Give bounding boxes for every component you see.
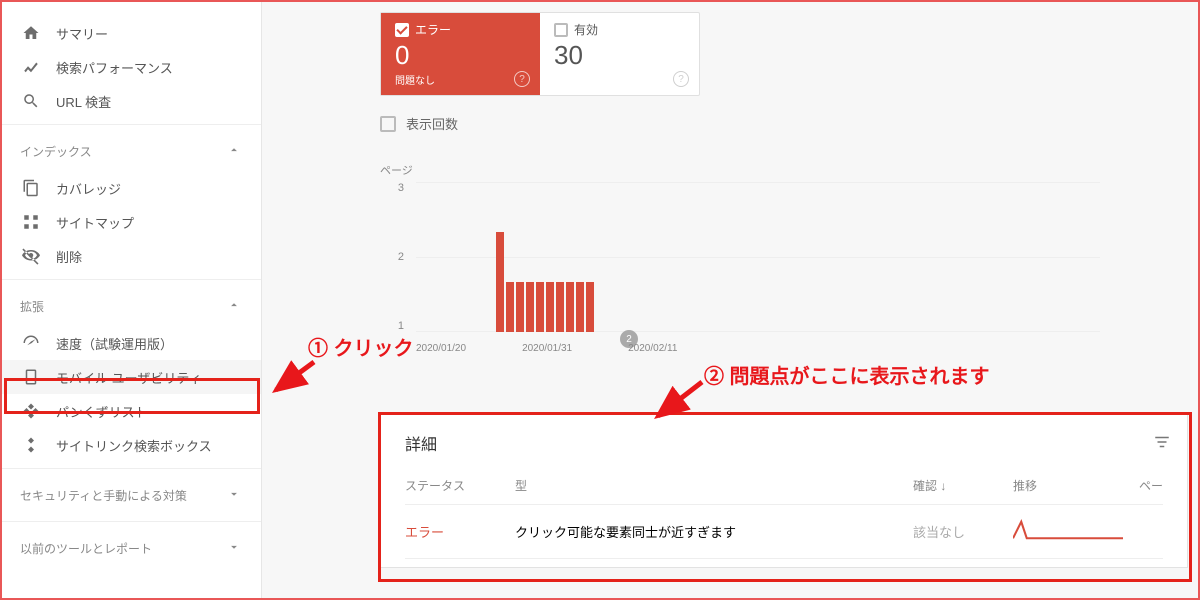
chart-ylabel: ページ [380,162,413,178]
sidebar-item-speed[interactable]: 速度（試験運用版） [2,326,261,360]
nav-label: パンくずリスト [56,402,148,421]
sidebar: サマリー 検索パフォーマンス URL 検査 インデックス カバレッジ サイトマッ… [2,2,262,598]
card-value: 30 [554,40,685,71]
chevron-up-icon [227,298,243,314]
mobile-icon [20,366,42,388]
chevron-down-icon [227,487,243,503]
col-pages[interactable]: ペー [1123,477,1163,494]
nav-label: URL 検査 [56,92,111,111]
section-enhance[interactable]: 拡張 [2,286,261,326]
chart-bar [556,282,564,332]
card-label: エラー [415,21,451,38]
col-trend[interactable]: 推移 [1013,477,1123,494]
section-title: 以前のツールとレポート [20,540,152,557]
sidebar-item-url-inspect[interactable]: URL 検査 [2,84,261,118]
sparkline-icon [1013,529,1123,544]
col-type[interactable]: 型 [515,477,913,494]
search-icon [20,90,42,112]
help-icon[interactable]: ? [673,71,689,87]
card-valid[interactable]: 有効 30 ? [540,13,699,95]
chart-bar [526,282,534,332]
col-confirm[interactable]: 確認 ↓ [913,477,1013,494]
sidebar-item-breadcrumb[interactable]: パンくずリスト [2,394,261,428]
checkbox-icon [554,23,568,37]
row-confirm: 該当なし [913,522,1013,541]
chart-plot [416,182,1100,332]
chart-bar [496,232,504,332]
sidebar-item-coverage[interactable]: カバレッジ [2,171,261,205]
section-title: セキュリティと手動による対策 [20,487,187,504]
nav-label: カバレッジ [56,179,121,198]
sidebar-item-mobile-usability[interactable]: モバイル ユーザビリティ [2,360,261,394]
row-status: エラー [405,522,515,541]
table-row[interactable]: エラー クリック可能な要素同士が近すぎます 該当なし [405,505,1163,559]
sidebar-item-sitelinks[interactable]: サイトリンク検索ボックス [2,428,261,462]
chart-bar [566,282,574,332]
row-type: クリック可能な要素同士が近すぎます [515,522,913,541]
impressions-toggle[interactable]: 表示回数 [380,114,458,133]
chart-bar [576,282,584,332]
section-index[interactable]: インデックス [2,131,261,171]
status-cards: エラー 0 問題なし ? 有効 30 ? [380,12,700,96]
nav-label: 検索パフォーマンス [56,58,173,77]
chart-bar [516,282,524,332]
details-title: 詳細 [405,431,1163,455]
sidebar-item-remove[interactable]: 削除 [2,239,261,273]
chart-area: ページ 3 2 1 2 2020/01/20 2020/01/31 2020/0… [380,162,1100,362]
nav-label: 削除 [56,247,82,266]
hide-icon [20,245,42,267]
nav-label: サイトリンク検索ボックス [56,436,212,455]
chart-xticks: 2020/01/20 2020/01/31 2020/02/11 [416,343,677,354]
card-sub: 問題なし [395,72,435,87]
chevron-up-icon [227,143,243,159]
help-icon[interactable]: ? [514,71,530,87]
sitemap-icon [20,211,42,233]
section-legacy[interactable]: 以前のツールとレポート [2,528,261,568]
checkbox-icon [395,23,409,37]
copy-icon [20,177,42,199]
chart-yticks: 3 2 1 [394,182,404,332]
nav-label: モバイル ユーザビリティ [56,368,202,387]
card-label: 有効 [574,21,598,38]
checkbox-icon [380,116,396,132]
chart-bar [586,282,594,332]
sidebar-item-sitemap[interactable]: サイトマップ [2,205,261,239]
col-status[interactable]: ステータス [405,477,515,494]
chart-bar [536,282,544,332]
sort-icon: ↓ [940,479,950,493]
searchbox-icon [20,434,42,456]
chart-bar [546,282,554,332]
trend-icon [20,56,42,78]
home-icon [20,22,42,44]
breadcrumb-icon [20,400,42,422]
nav-label: 速度（試験運用版） [56,334,173,353]
section-title: インデックス [20,143,92,160]
row-trend [1013,519,1123,544]
table-header: ステータス 型 確認 ↓ 推移 ペー [405,477,1163,505]
impressions-label: 表示回数 [406,114,458,133]
card-value: 0 [395,40,526,71]
speed-icon [20,332,42,354]
details-panel: 詳細 ステータス 型 確認 ↓ 推移 ペー エラー クリック可能な要素同士が近す… [380,414,1188,568]
sidebar-item-performance[interactable]: 検索パフォーマンス [2,50,261,84]
sidebar-item-summary[interactable]: サマリー [2,16,261,50]
chart-bar [506,282,514,332]
main-content: エラー 0 問題なし ? 有効 30 ? 表示回数 ページ 3 2 1 2 20… [262,2,1198,598]
nav-label: サマリー [56,24,108,43]
nav-label: サイトマップ [56,213,134,232]
card-error[interactable]: エラー 0 問題なし ? [381,13,540,95]
chevron-down-icon [227,540,243,556]
filter-icon[interactable] [1153,433,1171,451]
section-security[interactable]: セキュリティと手動による対策 [2,475,261,515]
section-title: 拡張 [20,298,44,315]
